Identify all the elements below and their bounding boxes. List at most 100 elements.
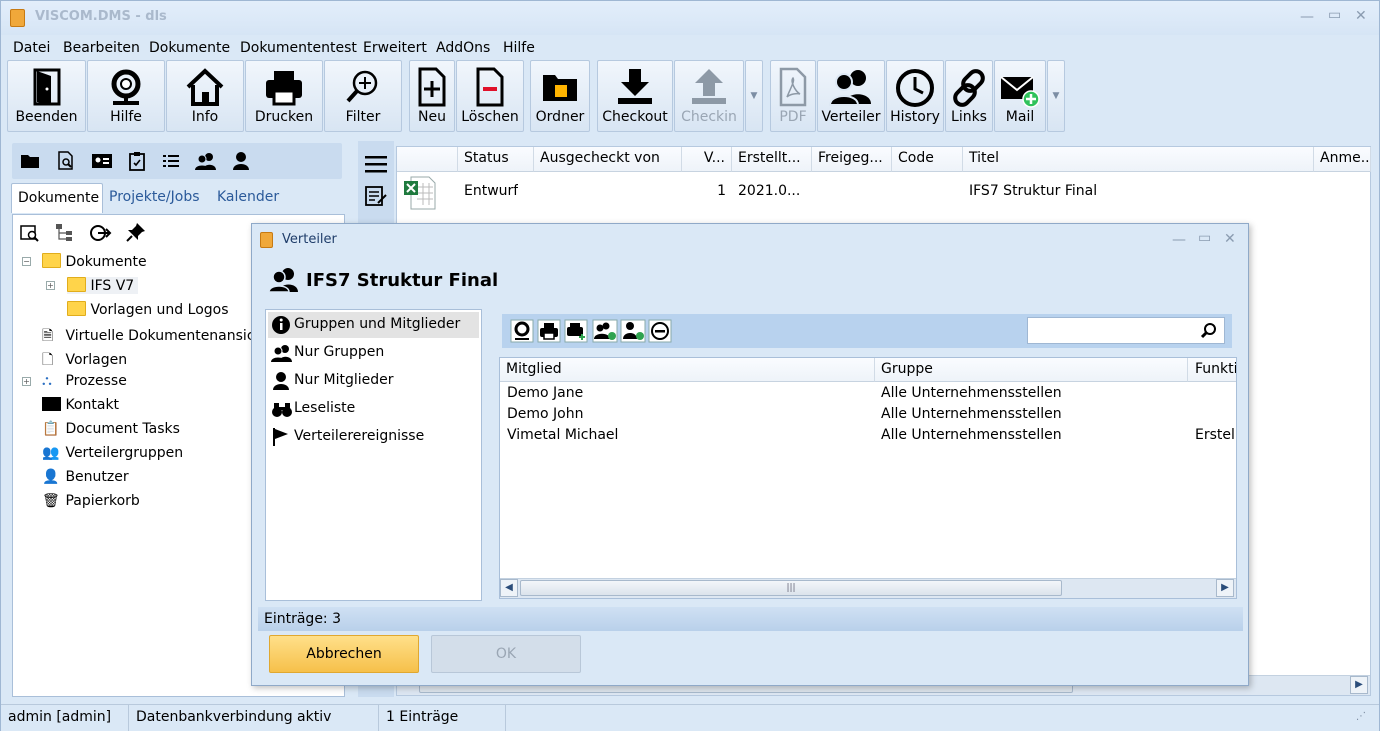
nav-nur-gruppen[interactable]: Nur Gruppen (268, 340, 479, 366)
column-header-version[interactable]: V... (682, 147, 732, 172)
tree-node-kontakt[interactable]: Kontakt (42, 397, 119, 413)
table-row[interactable]: Demo Jane Alle Unternehmensstellen (500, 383, 1236, 404)
mail-button[interactable]: Mail (994, 60, 1046, 132)
column-header-code[interactable]: Code (892, 147, 963, 172)
search-icon[interactable] (1200, 322, 1218, 340)
beenden-button[interactable]: Beenden (7, 60, 86, 132)
menu-hilfe[interactable]: Hilfe (503, 40, 535, 56)
tree-node-vorlagen[interactable]: 🗋 Vorlagen (42, 349, 127, 373)
ordner-button[interactable]: Ordner (530, 60, 590, 132)
document-edit-icon[interactable] (364, 185, 388, 207)
neu-button[interactable]: Neu (409, 60, 455, 132)
loeschen-button[interactable]: Löschen (456, 60, 524, 132)
tree-node-dokumente[interactable]: Dokumente (42, 253, 147, 270)
tree-expand-toggle[interactable]: + (46, 281, 55, 290)
column-header-ausgecheckt[interactable]: Ausgecheckt von (534, 147, 682, 172)
search-folder-icon[interactable] (20, 223, 40, 243)
contact-card-icon (42, 397, 61, 411)
column-header-status[interactable]: Status (458, 147, 534, 172)
tab-kalender[interactable]: Kalender (211, 183, 285, 213)
pdf-button[interactable]: PDF (770, 60, 816, 132)
menu-datei[interactable]: Datei (13, 40, 50, 56)
column-header-icon[interactable] (397, 147, 458, 172)
maximize-icon[interactable]: ▭ (1328, 7, 1341, 23)
cancel-button[interactable]: Abbrechen (269, 635, 419, 673)
menu-dokumente[interactable]: Dokumente (149, 40, 230, 56)
scrollbar-thumb[interactable]: ||| (520, 580, 1062, 596)
members-horizontal-scrollbar[interactable]: ◀ ||| ▶ (500, 578, 1236, 598)
menu-addons[interactable]: AddOns (436, 40, 490, 56)
minimize-icon[interactable]: — (1300, 9, 1314, 25)
pin-icon[interactable] (126, 222, 146, 242)
tab-projekte-jobs[interactable]: Projekte/Jobs (103, 183, 206, 213)
tree-structure-icon[interactable] (55, 223, 75, 243)
print-export-icon[interactable] (564, 319, 588, 343)
menu-dokumententest[interactable]: Dokumententest (240, 40, 357, 56)
nav-leseliste[interactable]: Leseliste (268, 396, 479, 422)
remove-circle-icon[interactable] (648, 319, 672, 343)
verteiler-button[interactable]: Verteiler (817, 60, 885, 132)
nav-nur-mitglieder[interactable]: Nur Mitglieder (268, 368, 479, 394)
tree-node-verteilergruppen[interactable]: 👥 Verteilergruppen (42, 445, 183, 461)
menu-lines-icon[interactable] (364, 154, 388, 174)
dialog-maximize-icon[interactable]: ▭ (1198, 230, 1211, 246)
scroll-right-icon[interactable]: ▶ (1216, 579, 1234, 597)
info-button[interactable]: Info (166, 60, 244, 132)
resize-grip-icon[interactable]: ⋰ (1356, 711, 1366, 722)
menu-bearbeiten[interactable]: Bearbeiten (63, 40, 140, 56)
tab-dokumente[interactable]: Dokumente (11, 183, 103, 213)
checkout-button[interactable]: Checkout (597, 60, 673, 132)
dialog-minimize-icon[interactable]: — (1172, 232, 1186, 248)
contact-card-icon[interactable] (91, 152, 113, 170)
column-header-freigegeben[interactable]: Freigeg... (812, 147, 892, 172)
tree-node-ifs-v7[interactable]: IFS V7 (67, 277, 139, 294)
history-button[interactable]: History (886, 60, 944, 132)
add-user-icon[interactable] (620, 319, 646, 343)
column-header-titel[interactable]: Titel (963, 147, 1314, 172)
scroll-left-icon[interactable]: ◀ (500, 579, 518, 597)
nav-verteilerereignisse[interactable]: Verteilerereignisse (268, 424, 479, 450)
task-clipboard-icon[interactable] (128, 151, 146, 171)
tree-node-papierkorb[interactable]: 🗑 Papierkorb (42, 493, 140, 509)
window-title: VISCOM.DMS - dls (35, 9, 167, 24)
folder-icon[interactable] (20, 152, 40, 170)
navigate-icon[interactable] (90, 224, 112, 242)
add-users-icon[interactable] (592, 319, 618, 343)
tree-collapse-toggle[interactable]: − (22, 257, 31, 266)
column-header-mitglied[interactable]: Mitglied (500, 358, 875, 382)
tree-node-document-tasks[interactable]: 📋 Document Tasks (42, 421, 180, 437)
user-icon[interactable] (232, 151, 250, 171)
list-icon[interactable] (162, 153, 180, 169)
table-row[interactable]: Entwurf 1 2021.0... IFS7 Struktur Final (397, 173, 1370, 213)
users-icon[interactable] (195, 151, 217, 171)
table-row[interactable]: Demo John Alle Unternehmensstellen (500, 404, 1236, 425)
column-header-funktion[interactable]: Funktion (1188, 358, 1236, 382)
lifebuoy-icon[interactable] (510, 319, 534, 343)
tree-node-vorlagen-logos[interactable]: Vorlagen und Logos (67, 301, 229, 318)
member-search-field[interactable] (1027, 317, 1225, 344)
member-search-input[interactable] (1030, 320, 1194, 341)
menu-erweitert[interactable]: Erweitert (363, 40, 427, 56)
checkin-dropdown[interactable]: ▼ (745, 60, 763, 132)
tree-expand-toggle[interactable]: + (22, 377, 31, 386)
verteiler-dialog: Verteiler — ▭ ✕ IFS7 Struktur Final Grup… (251, 223, 1249, 686)
scroll-right-icon[interactable]: ▶ (1350, 676, 1368, 694)
dialog-close-icon[interactable]: ✕ (1224, 231, 1236, 247)
printer-icon[interactable] (537, 319, 561, 343)
mail-dropdown[interactable]: ▼ (1047, 60, 1065, 132)
tree-node-prozesse[interactable]: ⛬ Prozesse (42, 373, 127, 389)
checkin-button[interactable]: Checkin (674, 60, 744, 132)
close-icon[interactable]: ✕ (1355, 8, 1367, 24)
column-header-gruppe[interactable]: Gruppe (875, 358, 1188, 382)
table-row[interactable]: Vimetal Michael Alle Unternehmensstellen… (500, 425, 1236, 446)
hilfe-button[interactable]: Hilfe (87, 60, 165, 132)
filter-button[interactable]: Filter (324, 60, 402, 132)
column-header-anmerkung[interactable]: Anme... (1314, 147, 1371, 172)
column-header-erstellt[interactable]: Erstellt... (732, 147, 812, 172)
document-search-icon[interactable] (57, 151, 75, 171)
nav-gruppen-mitglieder[interactable]: Gruppen und Mitglieder (268, 312, 479, 338)
tree-node-benutzer[interactable]: 👤 Benutzer (42, 469, 129, 485)
ok-button[interactable]: OK (431, 635, 581, 673)
links-button[interactable]: Links (945, 60, 993, 132)
drucken-button[interactable]: Drucken (245, 60, 323, 132)
